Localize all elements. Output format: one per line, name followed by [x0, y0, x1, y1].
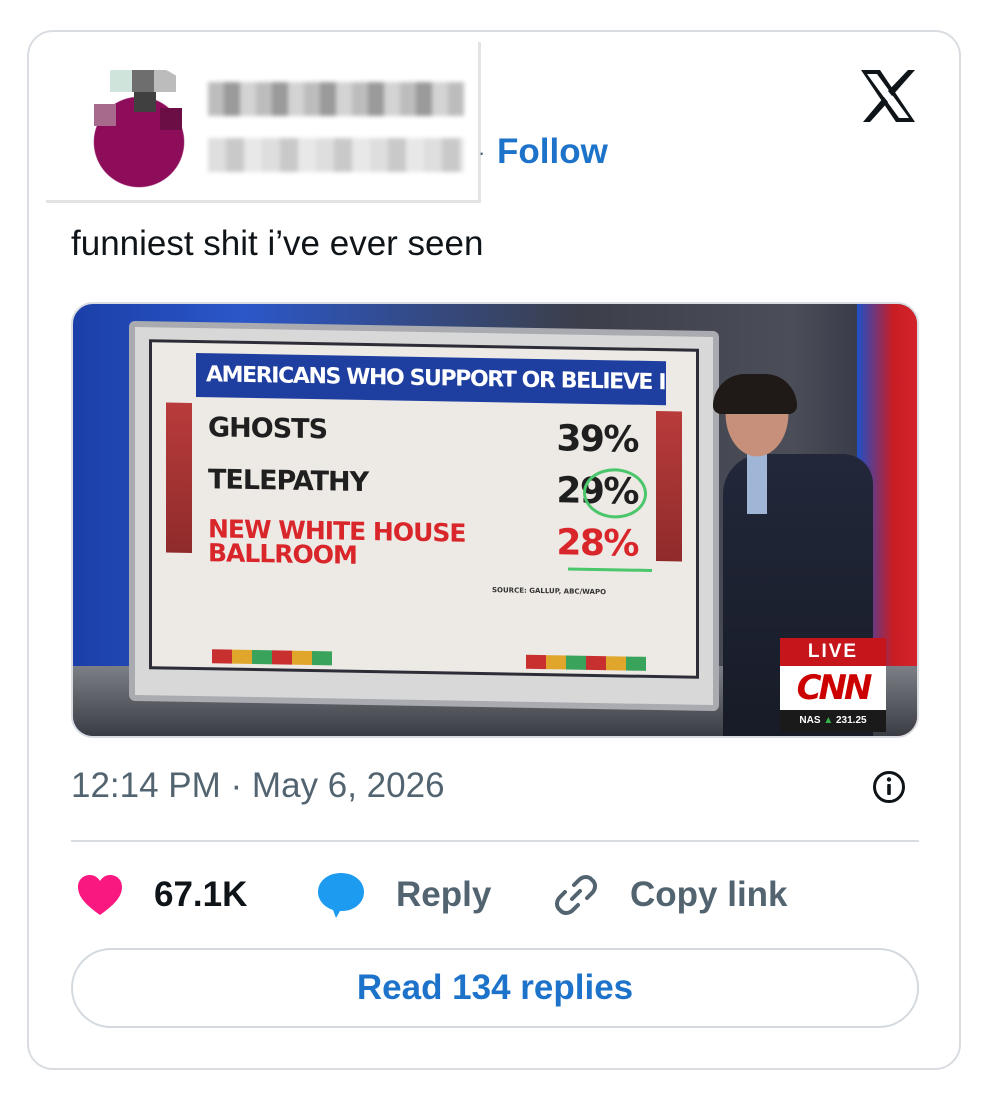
author-info-redacted[interactable] — [46, 42, 481, 203]
studio-display-screen: AMERICANS WHO SUPPORT OR BELIEVE IN... G… — [129, 320, 719, 712]
ticker-symbol: NAS — [799, 715, 821, 726]
screen-side-list-left — [166, 402, 192, 553]
reply-label: Reply — [396, 875, 492, 914]
cnn-live-bug: LIVE CNN NAS ▲ 231.25 — [780, 638, 886, 732]
source-note: SOURCE: GALLUP, ABC/WAPO — [492, 586, 607, 597]
poll-row: TELEPATHY 29% — [208, 464, 647, 519]
reply-button[interactable]: Reply — [316, 870, 491, 920]
poll-label: TELEPATHY — [208, 464, 369, 499]
poll-value: 28% — [556, 522, 638, 565]
tweet-timestamp[interactable]: 12:14 PM · May 6, 2026 — [71, 766, 445, 806]
like-count: 67.1K — [154, 875, 248, 914]
screen-panel: AMERICANS WHO SUPPORT OR BELIEVE IN... G… — [149, 339, 699, 679]
poll-label: GHOSTS — [208, 412, 328, 446]
heart-icon — [78, 875, 122, 915]
highlight-circle — [583, 467, 647, 519]
live-label: LIVE — [780, 638, 886, 666]
highlight-underline — [568, 567, 652, 572]
copy-link-button[interactable]: Copy link — [552, 870, 788, 920]
tweet-media-video[interactable]: AMERICANS WHO SUPPORT OR BELIEVE IN... G… — [71, 302, 919, 738]
follow-button[interactable]: Follow — [497, 132, 608, 172]
poll-row: GHOSTS 39% — [208, 412, 638, 467]
tweet-text: funniest shit i’ve ever seen — [71, 224, 484, 263]
screen-title: AMERICANS WHO SUPPORT OR BELIEVE IN... — [196, 353, 666, 406]
stock-ticker: NAS ▲ 231.25 — [780, 710, 886, 732]
poll-value: 39% — [556, 418, 638, 461]
link-icon — [555, 875, 597, 915]
cnn-logo: CNN — [796, 668, 873, 708]
x-logo-icon[interactable] — [858, 68, 918, 124]
ticker-value: 231.25 — [836, 715, 867, 726]
poll-row: NEW WHITE HOUSE BALLROOM 28% — [208, 514, 652, 572]
reply-bubble-icon — [318, 873, 364, 918]
like-button[interactable]: 67.1K — [76, 870, 247, 920]
author-name-blurred[interactable] — [208, 82, 464, 116]
screen-side-list-right — [656, 411, 682, 562]
avatar[interactable] — [74, 64, 204, 194]
copy-link-label: Copy link — [630, 875, 788, 914]
follow-separator: · — [478, 140, 486, 165]
poll-label-line2: BALLROOM — [208, 538, 357, 570]
divider — [71, 840, 919, 842]
read-replies-button[interactable]: Read 134 replies — [71, 948, 919, 1028]
screen-footer-left — [212, 649, 332, 666]
author-handle-blurred[interactable] — [208, 138, 464, 172]
info-icon[interactable] — [872, 770, 906, 804]
ticker-up-arrow-icon: ▲ — [823, 715, 834, 726]
poll-label: NEW WHITE HOUSE BALLROOM — [208, 514, 465, 570]
screen-footer-right — [526, 654, 646, 671]
